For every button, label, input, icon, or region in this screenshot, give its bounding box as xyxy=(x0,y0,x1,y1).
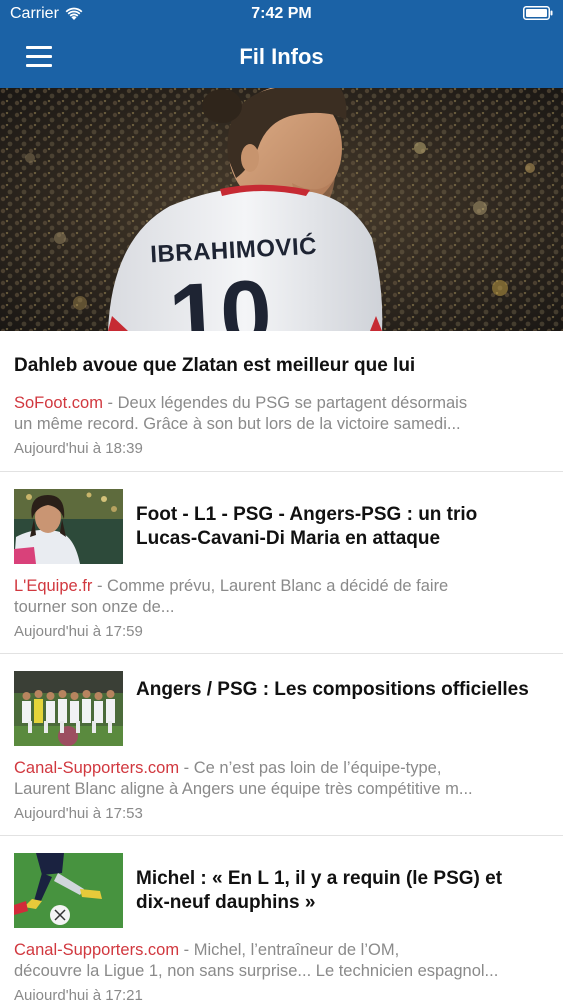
page-title: Fil Infos xyxy=(239,44,324,69)
separator: - xyxy=(92,577,108,595)
article-source: SoFoot.com xyxy=(14,394,103,412)
navigation-bar: Fil Infos xyxy=(0,30,563,84)
jersey-number-text: 10 xyxy=(167,261,275,331)
top-bar: Carrier 7:42 PM Fil Infos xyxy=(0,0,563,88)
news-item[interactable]: Michel : « En L 1, il y a requin (le PSG… xyxy=(0,836,563,1000)
article-title: Angers / PSG : Les compositions officiel… xyxy=(136,678,553,702)
article-time: Aujourd'hui à 18:39 xyxy=(14,440,143,457)
article-title: Foot - L1 - PSG - Angers-PSG : un trio L… xyxy=(136,503,553,551)
excerpt-line-2: un même record. Grâce à son but lors de … xyxy=(14,415,461,433)
excerpt-line-1: Ce n’est pas loin de l’équipe-type, xyxy=(193,759,442,777)
article-source: Canal-Supporters.com xyxy=(14,759,180,777)
excerpt-line-2: tourner son onze de... xyxy=(14,598,175,616)
article-title: Dahleb avoue que Zlatan est meilleur que… xyxy=(14,355,416,376)
excerpt-line-1: Comme prévu, Laurent Blanc a décidé de f… xyxy=(107,577,449,595)
news-item[interactable]: Dahleb avoue que Zlatan est meilleur que… xyxy=(0,331,563,472)
article-time: Aujourd'hui à 17:59 xyxy=(14,623,143,640)
excerpt-line-2: découvre la Ligue 1, non sans surprise..… xyxy=(14,962,499,980)
separator: - xyxy=(179,759,194,777)
separator: - xyxy=(179,941,194,959)
article-title-line-1: Michel : « En L 1, il y a requin (le PSG… xyxy=(136,868,503,889)
status-time: 7:42 PM xyxy=(251,5,312,22)
article-title: Michel : « En L 1, il y a requin (le PSG… xyxy=(136,867,553,915)
article-time: Aujourd'hui à 17:53 xyxy=(14,805,143,822)
article-excerpt: L'Equipe.fr - Comme prévu, Laurent Blanc… xyxy=(0,576,563,597)
app-screen: Carrier 7:42 PM Fil Infos IBRAHIMOVIĆ 10… xyxy=(0,0,563,1000)
article-title-line-1: Foot - L1 - PSG - Angers-PSG : un trio xyxy=(136,504,478,525)
article-excerpt: Canal-Supporters.com - Ce n’est pas loin… xyxy=(0,758,563,779)
article-excerpt: SoFoot.com - Deux légendes du PSG se par… xyxy=(0,393,563,414)
article-title-line-1: Angers / PSG : Les compositions officiel… xyxy=(136,679,529,700)
battery-icon xyxy=(523,6,553,20)
article-title-line-2: Lucas-Cavani-Di Maria en attaque xyxy=(136,528,441,549)
separator: - xyxy=(102,394,118,412)
excerpt-line-1: Michel, l’entraîneur de l’OM, xyxy=(193,941,400,959)
article-excerpt: Canal-Supporters.com - Michel, l’entraîn… xyxy=(0,940,563,961)
excerpt-line-1: Deux légendes du PSG se partagent désorm… xyxy=(117,394,468,412)
hero-image[interactable]: IBRAHIMOVIĆ 10 xyxy=(0,88,563,331)
article-thumbnail xyxy=(14,489,123,564)
article-thumbnail xyxy=(14,671,123,746)
article-source: Canal-Supporters.com xyxy=(14,941,180,959)
excerpt-line-2: Laurent Blanc aligne à Angers une équipe… xyxy=(14,780,473,798)
news-item[interactable]: Angers / PSG : Les compositions officiel… xyxy=(0,654,563,836)
article-source: L'Equipe.fr xyxy=(14,577,93,595)
status-bar: Carrier 7:42 PM xyxy=(0,0,563,28)
article-time: Aujourd'hui à 17:21 xyxy=(14,987,143,1000)
article-title-line-2: dix-neuf dauphins » xyxy=(136,892,316,913)
article-thumbnail xyxy=(14,853,123,928)
news-feed: Dahleb avoue que Zlatan est meilleur que… xyxy=(0,331,563,1000)
news-item[interactable]: Foot - L1 - PSG - Angers-PSG : un trio L… xyxy=(0,472,563,654)
